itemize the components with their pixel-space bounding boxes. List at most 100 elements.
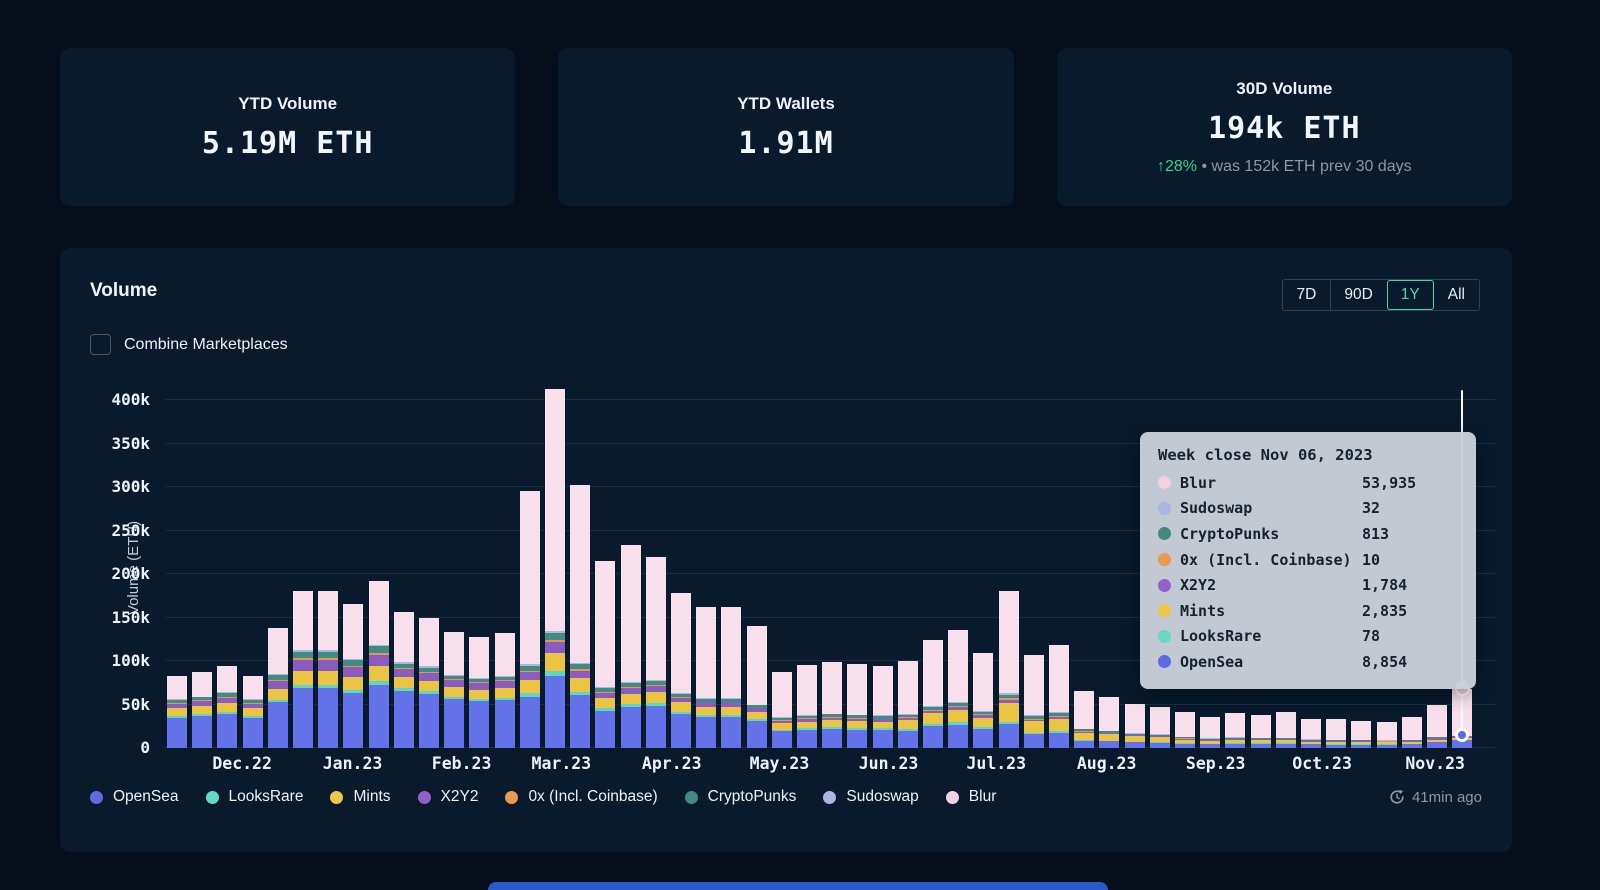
- bar-segment-x2y2: [343, 667, 364, 678]
- bar-week-10[interactable]: [393, 612, 414, 748]
- bar-week-30[interactable]: [897, 661, 918, 748]
- bar-week-45[interactable]: [1275, 712, 1296, 748]
- bar-week-15[interactable]: [519, 490, 540, 748]
- bar-week-39[interactable]: [1124, 703, 1145, 748]
- legend-item-sudoswap[interactable]: Sudoswap: [823, 788, 919, 806]
- bar-week-41[interactable]: [1175, 712, 1195, 748]
- bar-week-40[interactable]: [1149, 707, 1170, 748]
- bar-week-12[interactable]: [444, 631, 465, 748]
- bar-week-16[interactable]: [545, 388, 565, 748]
- bar-week-44[interactable]: [1250, 714, 1271, 748]
- bar-segment-opensea: [1351, 744, 1372, 748]
- panel-title: Volume: [90, 280, 158, 301]
- bar-week-9[interactable]: [368, 581, 389, 748]
- bar-week-4[interactable]: [242, 675, 263, 748]
- bar-segment-blur: [343, 603, 364, 659]
- bar-week-51[interactable]: [1427, 705, 1447, 748]
- bar-week-1[interactable]: [167, 675, 187, 748]
- bar-week-14[interactable]: [494, 633, 515, 748]
- bar-week-8[interactable]: [343, 603, 364, 748]
- bar-week-37[interactable]: [1074, 690, 1095, 748]
- bar-week-5[interactable]: [267, 628, 288, 748]
- bar-segment-blur: [897, 661, 918, 714]
- bar-segment-opensea: [494, 699, 515, 748]
- bar-week-35[interactable]: [1023, 654, 1044, 748]
- bar-week-11[interactable]: [419, 618, 439, 748]
- bar-segment-opensea: [746, 721, 767, 748]
- bar-segment-blur: [368, 581, 389, 645]
- bar-segment-opensea: [469, 701, 490, 748]
- bar-week-36[interactable]: [1049, 645, 1069, 748]
- bar-segment-mints: [545, 652, 565, 671]
- legend-item-cryptopunks[interactable]: CryptoPunks: [684, 788, 796, 806]
- bar-week-29[interactable]: [872, 666, 893, 748]
- bar-segment-x2y2: [368, 654, 389, 667]
- bar-week-27[interactable]: [822, 661, 843, 748]
- bar-segment-mints: [393, 677, 414, 689]
- range-button-all[interactable]: All: [1434, 280, 1479, 310]
- bar-segment-blur: [595, 560, 616, 688]
- tooltip-series-dot: [1158, 604, 1171, 618]
- bar-week-13[interactable]: [469, 636, 490, 748]
- bar-week-32[interactable]: [948, 630, 969, 748]
- bar-week-46[interactable]: [1301, 718, 1321, 748]
- bar-week-7[interactable]: [318, 590, 339, 748]
- legend-item-blur[interactable]: Blur: [945, 788, 996, 806]
- card-title: 30D Volume: [1236, 78, 1333, 98]
- bar-segment-blur: [1074, 690, 1095, 729]
- bar-segment-blur: [620, 545, 641, 683]
- bar-week-28[interactable]: [847, 664, 868, 748]
- bar-segment-mints: [1074, 732, 1095, 740]
- bar-segment-mints: [318, 670, 339, 686]
- legend-label: X2Y2: [440, 788, 479, 805]
- bar-segment-mints: [746, 712, 767, 720]
- bar-week-6[interactable]: [293, 590, 313, 748]
- gridline-400k: [165, 399, 1495, 400]
- delta-note: • was 152k ETH prev 30 days: [1201, 157, 1412, 175]
- bar-segment-opensea: [1200, 744, 1221, 748]
- bar-week-33[interactable]: [973, 653, 994, 748]
- bar-week-24[interactable]: [746, 626, 767, 748]
- tooltip-series-name: Sudoswap: [1180, 499, 1253, 518]
- bar-week-43[interactable]: [1225, 713, 1246, 748]
- legend-item-opensea[interactable]: OpenSea: [90, 788, 179, 806]
- bar-segment-blur: [1225, 713, 1246, 738]
- bar-week-31[interactable]: [923, 640, 943, 748]
- bar-week-50[interactable]: [1401, 717, 1422, 748]
- bar-week-25[interactable]: [771, 671, 792, 748]
- bar-week-49[interactable]: [1376, 721, 1397, 748]
- bar-week-42[interactable]: [1200, 716, 1221, 748]
- bar-week-23[interactable]: [721, 607, 742, 748]
- range-button-90d[interactable]: 90D: [1330, 280, 1386, 310]
- range-button-7d[interactable]: 7D: [1283, 280, 1331, 310]
- bar-week-22[interactable]: [696, 607, 717, 748]
- bar-week-38[interactable]: [1099, 696, 1120, 748]
- bar-week-19[interactable]: [620, 545, 641, 748]
- bar-segment-blur: [242, 675, 263, 699]
- bar-segment-blur: [393, 612, 414, 663]
- legend-item-x2y2[interactable]: X2Y2: [417, 788, 479, 806]
- bar-week-34[interactable]: [998, 590, 1019, 748]
- bar-week-2[interactable]: [192, 672, 213, 748]
- legend-item-0x-incl-coinbase-[interactable]: 0x (Incl. Coinbase): [505, 788, 658, 806]
- combine-checkbox[interactable]: [90, 334, 111, 355]
- bar-segment-blur: [1351, 721, 1372, 741]
- bar-week-48[interactable]: [1351, 721, 1372, 748]
- bar-week-47[interactable]: [1326, 719, 1347, 748]
- bar-segment-opensea: [973, 729, 994, 748]
- x-tick-nov-23: Nov.23: [1405, 754, 1465, 773]
- range-button-1y[interactable]: 1Y: [1386, 280, 1434, 310]
- bar-segment-opensea: [1099, 741, 1120, 748]
- bar-segment-mints: [620, 694, 641, 705]
- bar-week-18[interactable]: [595, 560, 616, 748]
- legend-item-mints[interactable]: Mints: [330, 788, 391, 806]
- bar-week-21[interactable]: [671, 593, 691, 748]
- bar-segment-blur: [1401, 717, 1422, 740]
- bar-week-17[interactable]: [570, 485, 591, 748]
- bar-segment-opensea: [696, 717, 717, 748]
- bar-week-20[interactable]: [645, 557, 666, 748]
- bar-week-3[interactable]: [217, 666, 238, 748]
- bar-week-26[interactable]: [797, 665, 817, 748]
- legend-item-looksrare[interactable]: LooksRare: [205, 788, 303, 806]
- bar-segment-mints: [519, 679, 540, 693]
